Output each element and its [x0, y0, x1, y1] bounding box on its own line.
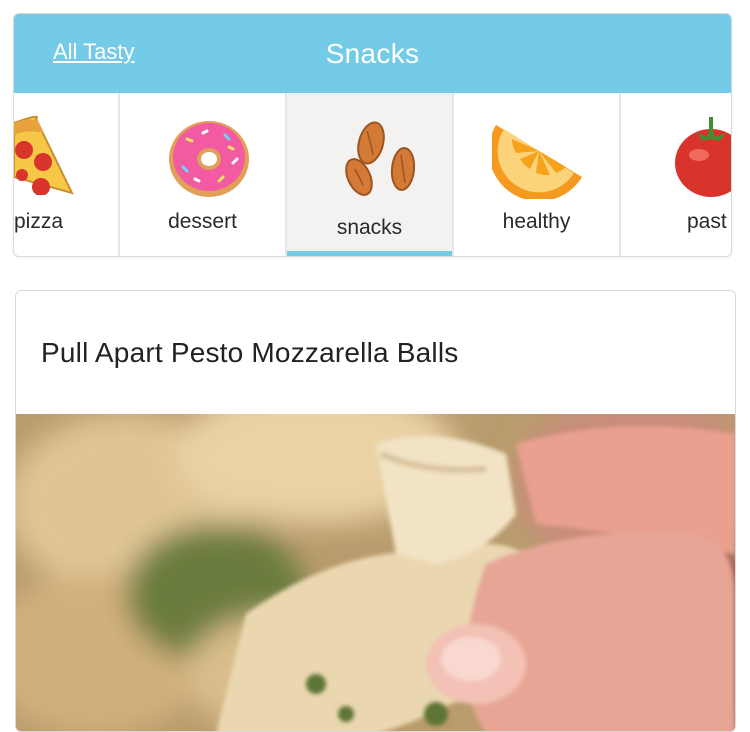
- pull-apart-bread-photo: [16, 414, 735, 731]
- category-pizza[interactable]: pizza: [14, 93, 120, 256]
- category-label: healthy: [502, 210, 571, 233]
- category-label: past: [687, 210, 727, 233]
- recipe-photo[interactable]: [16, 414, 735, 731]
- category-panel: All Tasty Snacks pizza dessert snacks he…: [13, 13, 732, 257]
- tomato-icon: [675, 117, 731, 197]
- pizza-slice-icon: [14, 115, 74, 195]
- category-label: pizza: [14, 210, 64, 233]
- app-header: All Tasty Snacks: [14, 14, 731, 93]
- category-label: dessert: [168, 210, 237, 233]
- category-pasta[interactable]: past: [621, 93, 731, 256]
- recipe-card[interactable]: Pull Apart Pesto Mozzarella Balls: [15, 290, 736, 732]
- donut-icon: [169, 121, 249, 197]
- orange-slice-icon: [492, 125, 582, 199]
- almonds-icon: [345, 121, 416, 196]
- recipe-title: Pull Apart Pesto Mozzarella Balls: [41, 337, 459, 368]
- category-dessert[interactable]: dessert: [120, 93, 287, 256]
- category-healthy[interactable]: healthy: [454, 93, 621, 256]
- category-carousel[interactable]: pizza dessert snacks healthy past: [14, 93, 731, 256]
- page-title: Snacks: [325, 38, 420, 69]
- category-label: snacks: [336, 216, 403, 239]
- category-snacks[interactable]: snacks: [287, 93, 454, 256]
- active-tab-indicator: [287, 251, 452, 256]
